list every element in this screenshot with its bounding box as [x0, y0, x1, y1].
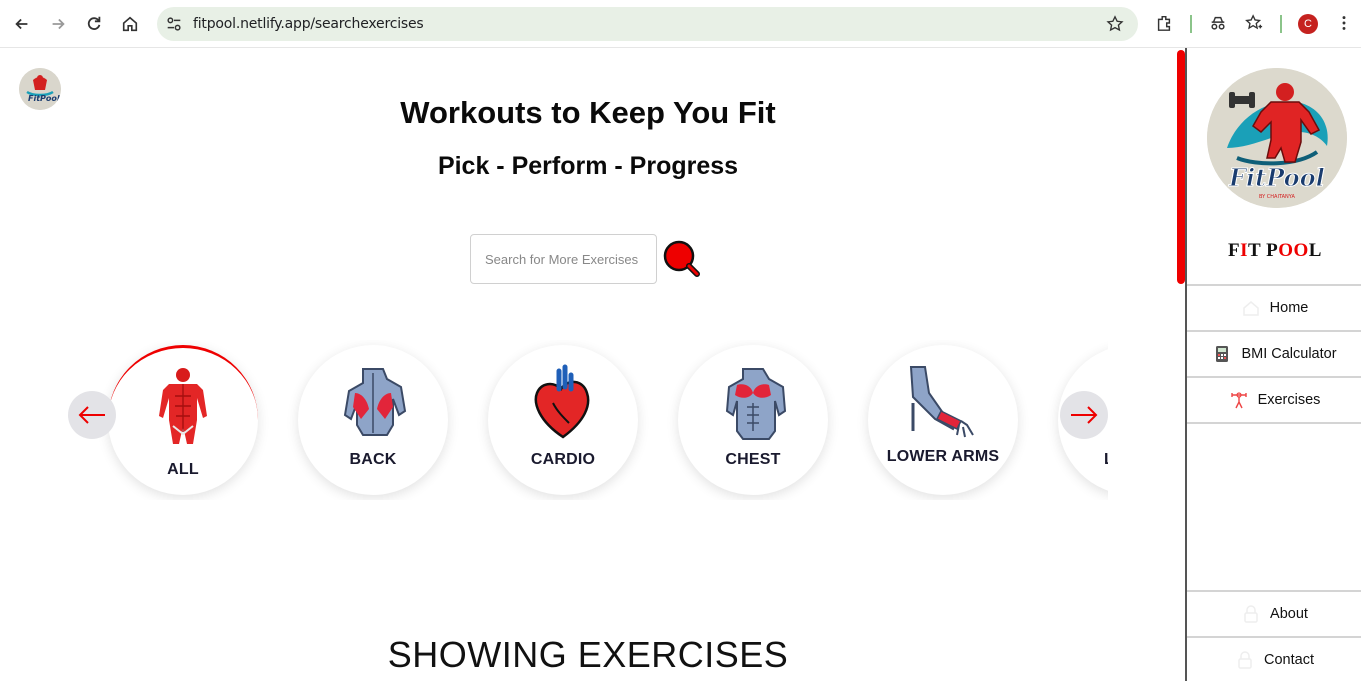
home-button[interactable]	[116, 10, 144, 38]
home-icon	[122, 16, 138, 32]
page-title: Workouts to Keep You Fit	[400, 95, 776, 130]
arrow-right-icon	[52, 18, 65, 30]
home-icon	[1242, 299, 1260, 317]
carousel-prev-button[interactable]	[68, 391, 116, 439]
brand-part: OO	[1278, 240, 1309, 261]
chest-muscles-icon	[725, 368, 787, 440]
dumbbell-icon	[1230, 391, 1248, 409]
scrollbar-thumb[interactable]	[1177, 50, 1185, 284]
page-content: FitPool Workouts to Keep You Fit Pick - …	[0, 48, 1361, 681]
lower-arm-icon	[909, 366, 974, 438]
category-label: ALL	[167, 461, 199, 478]
category-lower-arms[interactable]: LOWER ARMS	[868, 345, 1018, 495]
full-body-muscles-icon	[159, 368, 207, 444]
category-cardio[interactable]: CARDIO	[488, 345, 638, 495]
lock-icon	[1242, 605, 1260, 623]
menu-divider	[1187, 422, 1361, 424]
calculator-icon	[1213, 345, 1231, 363]
brand-part: L	[1308, 240, 1322, 261]
category-label: LOW	[1048, 451, 1108, 469]
reload-icon	[87, 16, 101, 30]
back-muscles-icon	[343, 368, 407, 436]
fitpool-logo-icon: FitPool BY CHAITANYA	[1207, 68, 1347, 208]
incognito-icon[interactable]	[1208, 13, 1228, 33]
reload-button[interactable]	[80, 10, 108, 38]
back-button[interactable]	[8, 10, 36, 38]
extensions-icon[interactable]	[1154, 13, 1174, 33]
sidebar-item-label: Contact	[1264, 652, 1314, 668]
search-icon	[663, 240, 700, 277]
brand-part: P	[1266, 240, 1279, 261]
category-label: BACK	[349, 451, 397, 468]
toolbar-divider	[1280, 15, 1282, 33]
arrow-left-icon	[15, 18, 28, 30]
sidebar-item-label: BMI Calculator	[1241, 346, 1337, 362]
category-chest[interactable]: CHEST	[678, 345, 828, 495]
category-carousel: ALL BACK CARDIO CHEST LOWER ARMS	[60, 340, 1108, 500]
brand-part: F	[1228, 240, 1241, 261]
carousel-next-button[interactable]	[1060, 391, 1108, 439]
bookmark-star-icon[interactable]	[1106, 15, 1124, 33]
sidebar: FitPool BY CHAITANYA FIT POOL Home BMI C…	[1185, 48, 1361, 681]
toolbar-divider	[1190, 15, 1192, 33]
sidebar-item-about[interactable]: About	[1187, 590, 1361, 636]
lock-icon	[1236, 651, 1254, 669]
svg-text:BY CHAITANYA: BY CHAITANYA	[1259, 194, 1295, 200]
brand-name: FIT POOL	[1187, 240, 1361, 262]
category-label: CHEST	[725, 451, 781, 468]
url-text[interactable]: fitpool.netlify.app/searchexercises	[193, 16, 424, 32]
site-info-icon[interactable]	[165, 15, 183, 33]
browser-toolbar: fitpool.netlify.app/searchexercises C	[0, 0, 1361, 48]
address-bar[interactable]: fitpool.netlify.app/searchexercises	[157, 7, 1138, 41]
sidebar-item-contact[interactable]: Contact	[1187, 636, 1361, 682]
more-menu-icon[interactable]	[1334, 13, 1354, 33]
category-label: CARDIO	[530, 451, 596, 468]
svg-text:FitPool: FitPool	[1228, 163, 1325, 192]
sidebar-item-label: About	[1270, 606, 1308, 622]
forward-button[interactable]	[44, 10, 72, 38]
arrow-left-icon	[78, 406, 105, 424]
reading-list-icon[interactable]	[1244, 13, 1264, 33]
sidebar-item-exercises[interactable]: Exercises	[1187, 376, 1361, 422]
heart-icon	[534, 364, 590, 439]
sidebar-item-home[interactable]: Home	[1187, 284, 1361, 330]
search-input[interactable]	[470, 234, 657, 284]
category-label: LOWER ARMS	[886, 448, 1000, 465]
category-all[interactable]: ALL	[108, 345, 258, 495]
section-heading: SHOWING EXERCISES	[387, 634, 789, 675]
sidebar-item-bmi-calculator[interactable]: BMI Calculator	[1187, 330, 1361, 376]
brand-part: I	[1240, 240, 1249, 261]
search-button[interactable]	[661, 238, 705, 282]
fitpool-logo[interactable]: FitPool BY CHAITANYA	[1207, 68, 1347, 208]
category-back[interactable]: BACK	[298, 345, 448, 495]
arrow-right-icon	[1071, 406, 1098, 424]
profile-avatar[interactable]: C	[1298, 14, 1318, 34]
brand-part: T	[1248, 240, 1267, 261]
sidebar-item-label: Exercises	[1257, 392, 1321, 408]
sidebar-item-label: Home	[1269, 300, 1309, 316]
page-subtitle: Pick - Perform - Progress	[437, 152, 739, 180]
